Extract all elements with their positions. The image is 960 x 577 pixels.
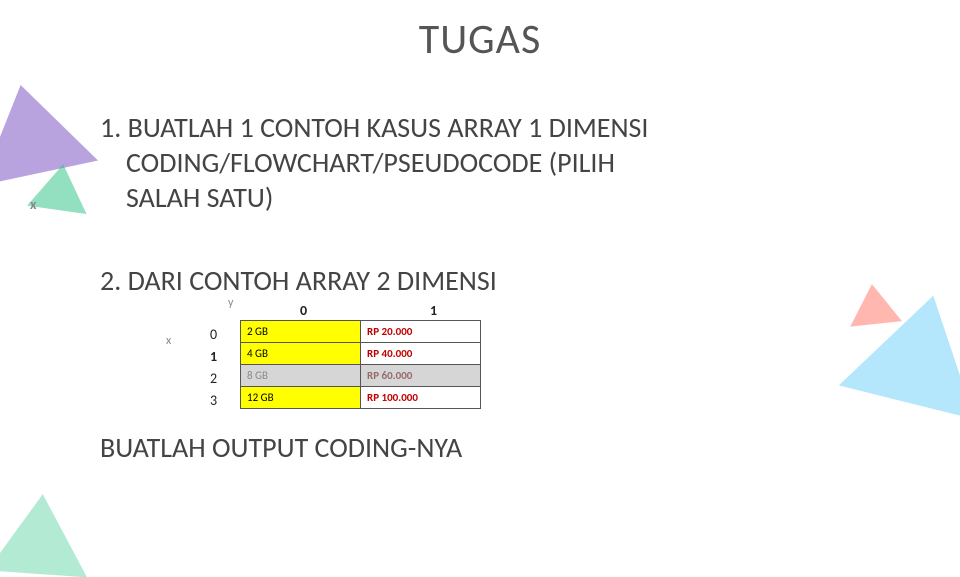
cell-price: RP 20.000 [361,321,481,343]
row-header: 0 [210,326,217,343]
cell-price: RP 100.000 [361,387,481,409]
deco-x-mark: x [30,196,36,213]
task-1-line: SALAH SATU) [100,180,900,215]
cell-price: RP 60.000 [361,365,481,387]
col-header: 0 [300,302,307,319]
row-header: 1 [210,348,217,365]
task-1-line: CODING/FLOWCHART/PSEUDOCODE (PILIH [100,145,900,180]
cell-capacity: 4 GB [241,343,361,365]
cell-price: RP 40.000 [361,343,481,365]
deco-triangle [27,160,93,214]
content-block: 1. BUATLAH 1 CONTOH KASUS ARRAY 1 DIMENS… [100,110,900,465]
page-title: TUGAS [0,14,960,65]
data-grid: 2 GB RP 20.000 4 GB RP 40.000 8 GB RP 60… [240,320,481,409]
row-header: 2 [210,370,217,387]
task-2-heading: 2. DARI CONTOH ARRAY 2 DIMENSI [100,263,900,298]
task-1-line: 1. BUATLAH 1 CONTOH KASUS ARRAY 1 DIMENS… [100,110,900,145]
task-1: 1. BUATLAH 1 CONTOH KASUS ARRAY 1 DIMENS… [100,110,900,215]
table-row: 2 GB RP 20.000 [241,321,481,343]
deco-triangle [0,491,93,577]
table-row: 8 GB RP 60.000 [241,365,481,387]
table-row: 12 GB RP 100.000 [241,387,481,409]
cell-capacity: 2 GB [241,321,361,343]
table-row: 4 GB RP 40.000 [241,343,481,365]
axis-label-y: y [228,296,233,310]
cell-capacity: 8 GB [241,365,361,387]
cell-capacity: 12 GB [241,387,361,409]
col-header: 1 [430,302,437,319]
row-header: 3 [210,392,217,409]
task-2-footer: BUATLAH OUTPUT CODING-NYA [100,430,900,465]
axis-label-x: x [166,334,171,348]
